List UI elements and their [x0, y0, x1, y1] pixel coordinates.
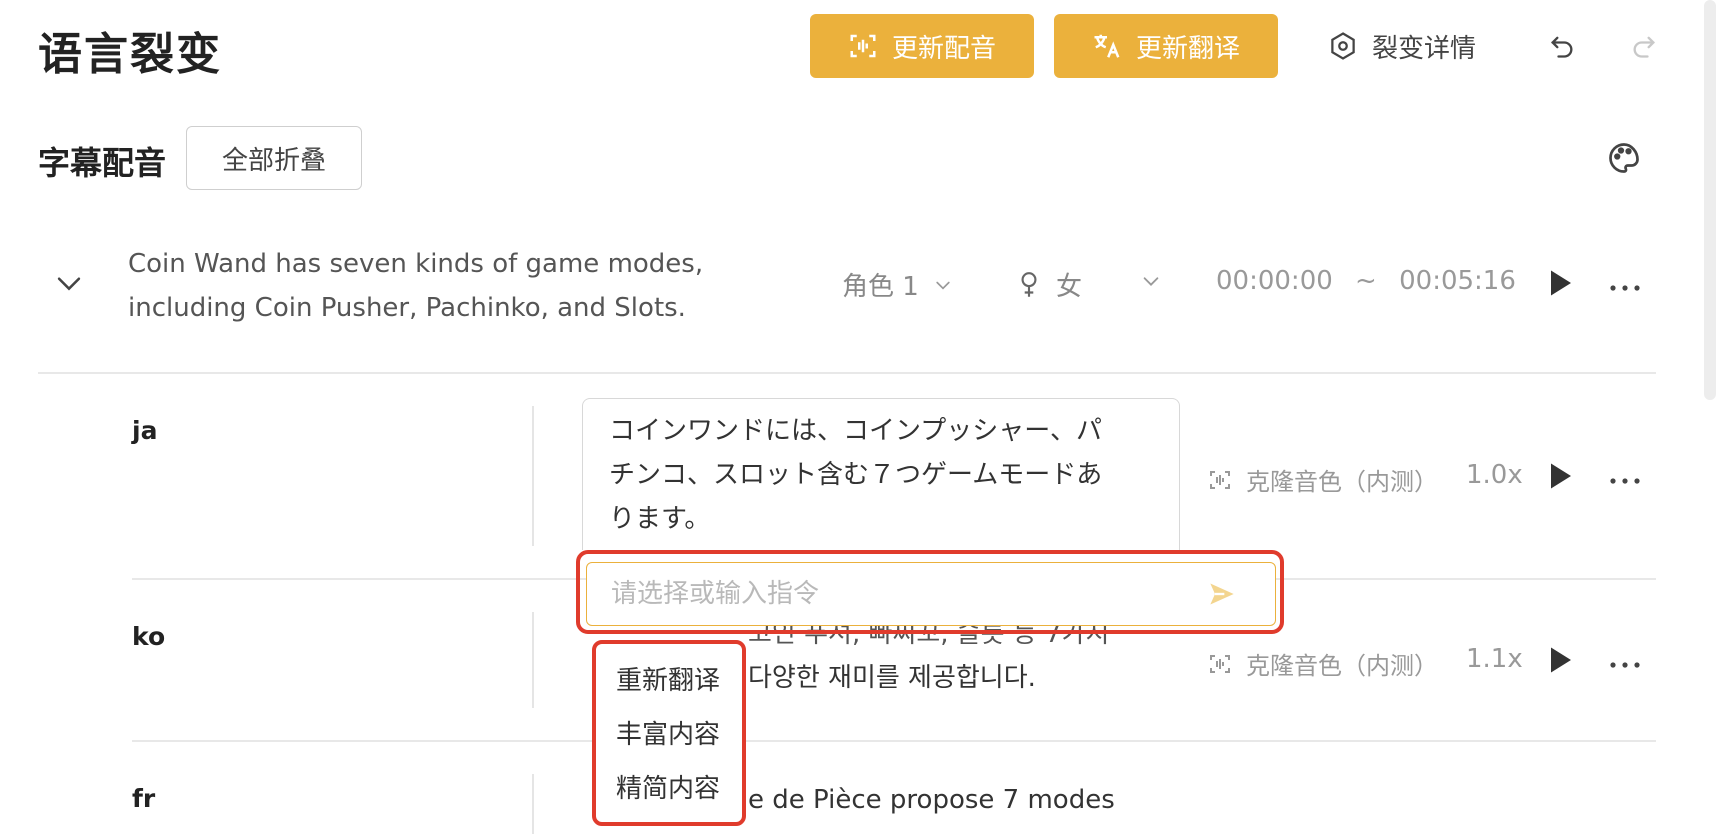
send-button[interactable] — [1208, 580, 1236, 608]
scan-voice-icon — [1210, 470, 1230, 489]
fission-detail-link[interactable]: 裂变详情 — [1328, 24, 1476, 68]
section-title: 字幕配音 — [38, 144, 167, 182]
vertical-scrollbar[interactable] — [1704, 0, 1716, 400]
play-button[interactable] — [1548, 645, 1574, 679]
option-enrich-content[interactable]: 丰富内容 — [616, 714, 720, 751]
role-value: 角色 1 — [842, 272, 919, 302]
play-icon — [1551, 270, 1571, 296]
update-dub-button[interactable]: 更新配音 — [810, 14, 1034, 78]
gender-select[interactable]: 女 — [1016, 266, 1082, 303]
column-divider — [532, 406, 534, 546]
collapse-all-button[interactable]: 全部折叠 — [186, 126, 362, 190]
column-divider — [532, 774, 534, 834]
redo-icon — [1633, 36, 1655, 58]
start-time[interactable]: 00:00:00 — [1216, 266, 1333, 296]
lang-code-fr: fr — [132, 784, 156, 813]
send-icon — [1210, 583, 1234, 605]
more-button[interactable] — [1608, 278, 1642, 297]
source-subtitle-text[interactable]: Coin Wand has seven kinds of game modes,… — [128, 242, 768, 330]
source-subtitle-line: including Coin Pusher, Pachinko, and Slo… — [128, 293, 686, 323]
voice-label: 克隆音色（内测） — [1246, 652, 1438, 680]
more-button[interactable] — [1608, 471, 1642, 490]
page-title: 语言裂变 — [38, 29, 222, 80]
translate-icon — [1094, 34, 1120, 58]
translation-line: 다양한 재미를 제공합니다. — [748, 663, 1036, 693]
end-time[interactable]: 00:05:16 — [1399, 266, 1516, 296]
play-button[interactable] — [1548, 268, 1574, 302]
redo-button[interactable] — [1628, 28, 1660, 64]
more-icon — [1610, 285, 1640, 291]
palette-icon — [1609, 143, 1639, 173]
voice-select-ja[interactable]: 克隆音色（内测） — [1208, 462, 1438, 497]
translation-line: ります。 — [609, 504, 711, 534]
command-input[interactable] — [611, 579, 1171, 609]
scan-voice-icon — [850, 34, 876, 58]
palette-button[interactable] — [1606, 140, 1642, 176]
update-translation-label: 更新翻译 — [1135, 33, 1240, 64]
source-subtitle-line: Coin Wand has seven kinds of game modes, — [128, 249, 704, 279]
undo-button[interactable] — [1546, 28, 1578, 64]
speed-ko[interactable]: 1.1x — [1466, 644, 1523, 674]
more-button[interactable] — [1608, 655, 1642, 674]
translation-text-fr[interactable]: e de Pièce propose 7 modes — [748, 778, 1115, 822]
expand-row-toggle[interactable] — [52, 266, 86, 300]
option-simplify-content[interactable]: 精简内容 — [616, 768, 720, 805]
scan-voice-icon — [1210, 654, 1230, 673]
play-icon — [1551, 463, 1571, 489]
chevron-down-icon — [57, 277, 81, 291]
role-select[interactable]: 角色 1 — [842, 266, 953, 303]
time-range: 00:00:00 ~ 00:05:16 — [1216, 266, 1516, 296]
speed-ja[interactable]: 1.0x — [1466, 460, 1523, 490]
option-retranslate[interactable]: 重新翻译 — [616, 660, 720, 697]
play-button[interactable] — [1548, 461, 1574, 495]
column-divider — [532, 612, 534, 708]
hexagon-settings-icon — [1331, 32, 1355, 60]
voice-select-ko[interactable]: 克隆音色（内测） — [1208, 646, 1438, 681]
gender-value: 女 — [1056, 272, 1083, 302]
chevron-down-icon — [1143, 277, 1159, 286]
translation-editor-ja[interactable]: コインワンドには、コインプッシャー、パ チンコ、スロット含む７つゲームモードあ … — [582, 398, 1180, 550]
more-icon — [1610, 662, 1640, 668]
female-icon — [1021, 271, 1037, 297]
gender-dropdown-toggle[interactable] — [1140, 270, 1162, 296]
more-icon — [1610, 478, 1640, 484]
row-divider — [38, 372, 1656, 374]
chevron-down-icon — [936, 281, 950, 290]
command-input-box[interactable] — [586, 562, 1276, 626]
lang-code-ko: ko — [132, 622, 166, 651]
lang-code-ja: ja — [132, 416, 158, 445]
update-dub-label: 更新配音 — [891, 33, 996, 64]
time-separator: ~ — [1355, 266, 1377, 296]
voice-label: 克隆音色（内测） — [1246, 468, 1438, 496]
fission-detail-label: 裂变详情 — [1372, 33, 1477, 64]
row-divider — [132, 740, 1656, 742]
update-translation-button[interactable]: 更新翻译 — [1054, 14, 1278, 78]
translation-line: コインワンドには、コインプッシャー、パ — [609, 416, 1102, 446]
play-icon — [1551, 647, 1571, 673]
translation-line: チンコ、スロット含む７つゲームモードあ — [609, 460, 1103, 490]
undo-icon — [1551, 36, 1573, 58]
